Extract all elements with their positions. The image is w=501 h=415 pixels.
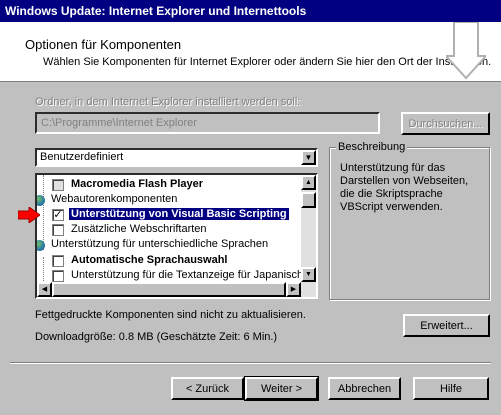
wizard-header: Optionen für Komponenten Wählen Sie Komp… — [0, 22, 501, 82]
component-label: Macromedia Flash Player — [71, 178, 204, 190]
browse-button[interactable]: Durchsuchen... — [401, 112, 490, 135]
group-label: Unterstützung für unterschiedliche Sprac… — [51, 238, 269, 250]
component-label: Unterstützung für die Textanzeige für Ja… — [71, 269, 304, 281]
vertical-scrollbar[interactable]: ▲ ▼ — [301, 175, 316, 282]
back-button[interactable]: < Zurück — [171, 377, 244, 400]
next-button[interactable]: Weiter > — [244, 376, 319, 401]
checkbox[interactable] — [52, 270, 64, 282]
install-folder-field[interactable]: C:\Programme\Internet Explorer — [35, 112, 380, 134]
group-label: Webautorenkomponenten — [51, 193, 178, 205]
download-size-text: Downloadgröße: 0.8 MB (Geschätzte Zeit: … — [35, 331, 278, 343]
install-folder-label: Ordner, in dem Internet Explorer install… — [35, 96, 301, 108]
help-button-label: Hilfe — [439, 383, 462, 395]
horizontal-scroll-thumb[interactable] — [52, 282, 286, 297]
tree-line — [43, 175, 44, 197]
scroll-down-icon[interactable]: ▼ — [301, 267, 316, 282]
description-text: Unterstützung für das Darstellen von Web… — [340, 162, 469, 213]
separator — [10, 362, 491, 364]
header-title: Optionen für Komponenten — [25, 37, 182, 52]
back-button-label: < Zurück — [185, 383, 230, 395]
horizontal-scrollbar[interactable]: ◀ ▶ — [37, 282, 316, 297]
install-folder-value: C:\Programme\Internet Explorer — [41, 117, 197, 129]
cancel-button[interactable]: Abbrechen — [328, 377, 401, 400]
component-tree[interactable]: Macromedia Flash Player Webautorenkompon… — [35, 173, 318, 299]
window-title: Windows Update: Internet Explorer und In… — [5, 4, 307, 18]
vertical-scroll-thumb[interactable] — [301, 192, 316, 208]
window-title-bar[interactable]: Windows Update: Internet Explorer und In… — [0, 0, 501, 22]
advanced-button[interactable]: Erweitert... — [403, 314, 490, 337]
scroll-up-icon[interactable]: ▲ — [301, 175, 316, 190]
checkbox[interactable] — [52, 179, 64, 191]
chevron-down-icon[interactable]: ▼ — [301, 150, 316, 165]
cancel-button-label: Abbrechen — [337, 383, 392, 395]
component-label-selected: Unterstützung von Visual Basic Scripting — [69, 208, 289, 220]
browse-button-label: Durchsuchen... — [408, 118, 483, 130]
download-arrow-icon — [446, 22, 486, 80]
header-subtitle: Wählen Sie Komponenten für Internet Expl… — [43, 56, 492, 68]
bold-components-note: Fettgedruckte Komponenten sind nicht zu … — [35, 309, 306, 321]
component-label: Automatische Sprachauswahl — [71, 254, 228, 266]
help-button[interactable]: Hilfe — [413, 377, 489, 400]
scroll-right-icon[interactable]: ▶ — [286, 282, 301, 297]
setup-type-value: Benutzerdefiniert — [40, 151, 124, 163]
red-arrow-icon — [18, 207, 40, 223]
component-label: Zusätzliche Webschriftarten — [71, 223, 207, 235]
checkbox-checked[interactable]: ✓ — [52, 209, 64, 221]
scroll-left-icon[interactable]: ◀ — [37, 282, 52, 297]
checkbox[interactable] — [52, 224, 64, 236]
setup-type-select[interactable]: Benutzerdefiniert ▼ — [35, 148, 318, 167]
description-legend: Beschreibung — [336, 141, 408, 153]
next-button-label: Weiter > — [260, 383, 303, 395]
checkbox[interactable] — [52, 255, 64, 267]
advanced-button-label: Erweitert... — [420, 320, 473, 332]
